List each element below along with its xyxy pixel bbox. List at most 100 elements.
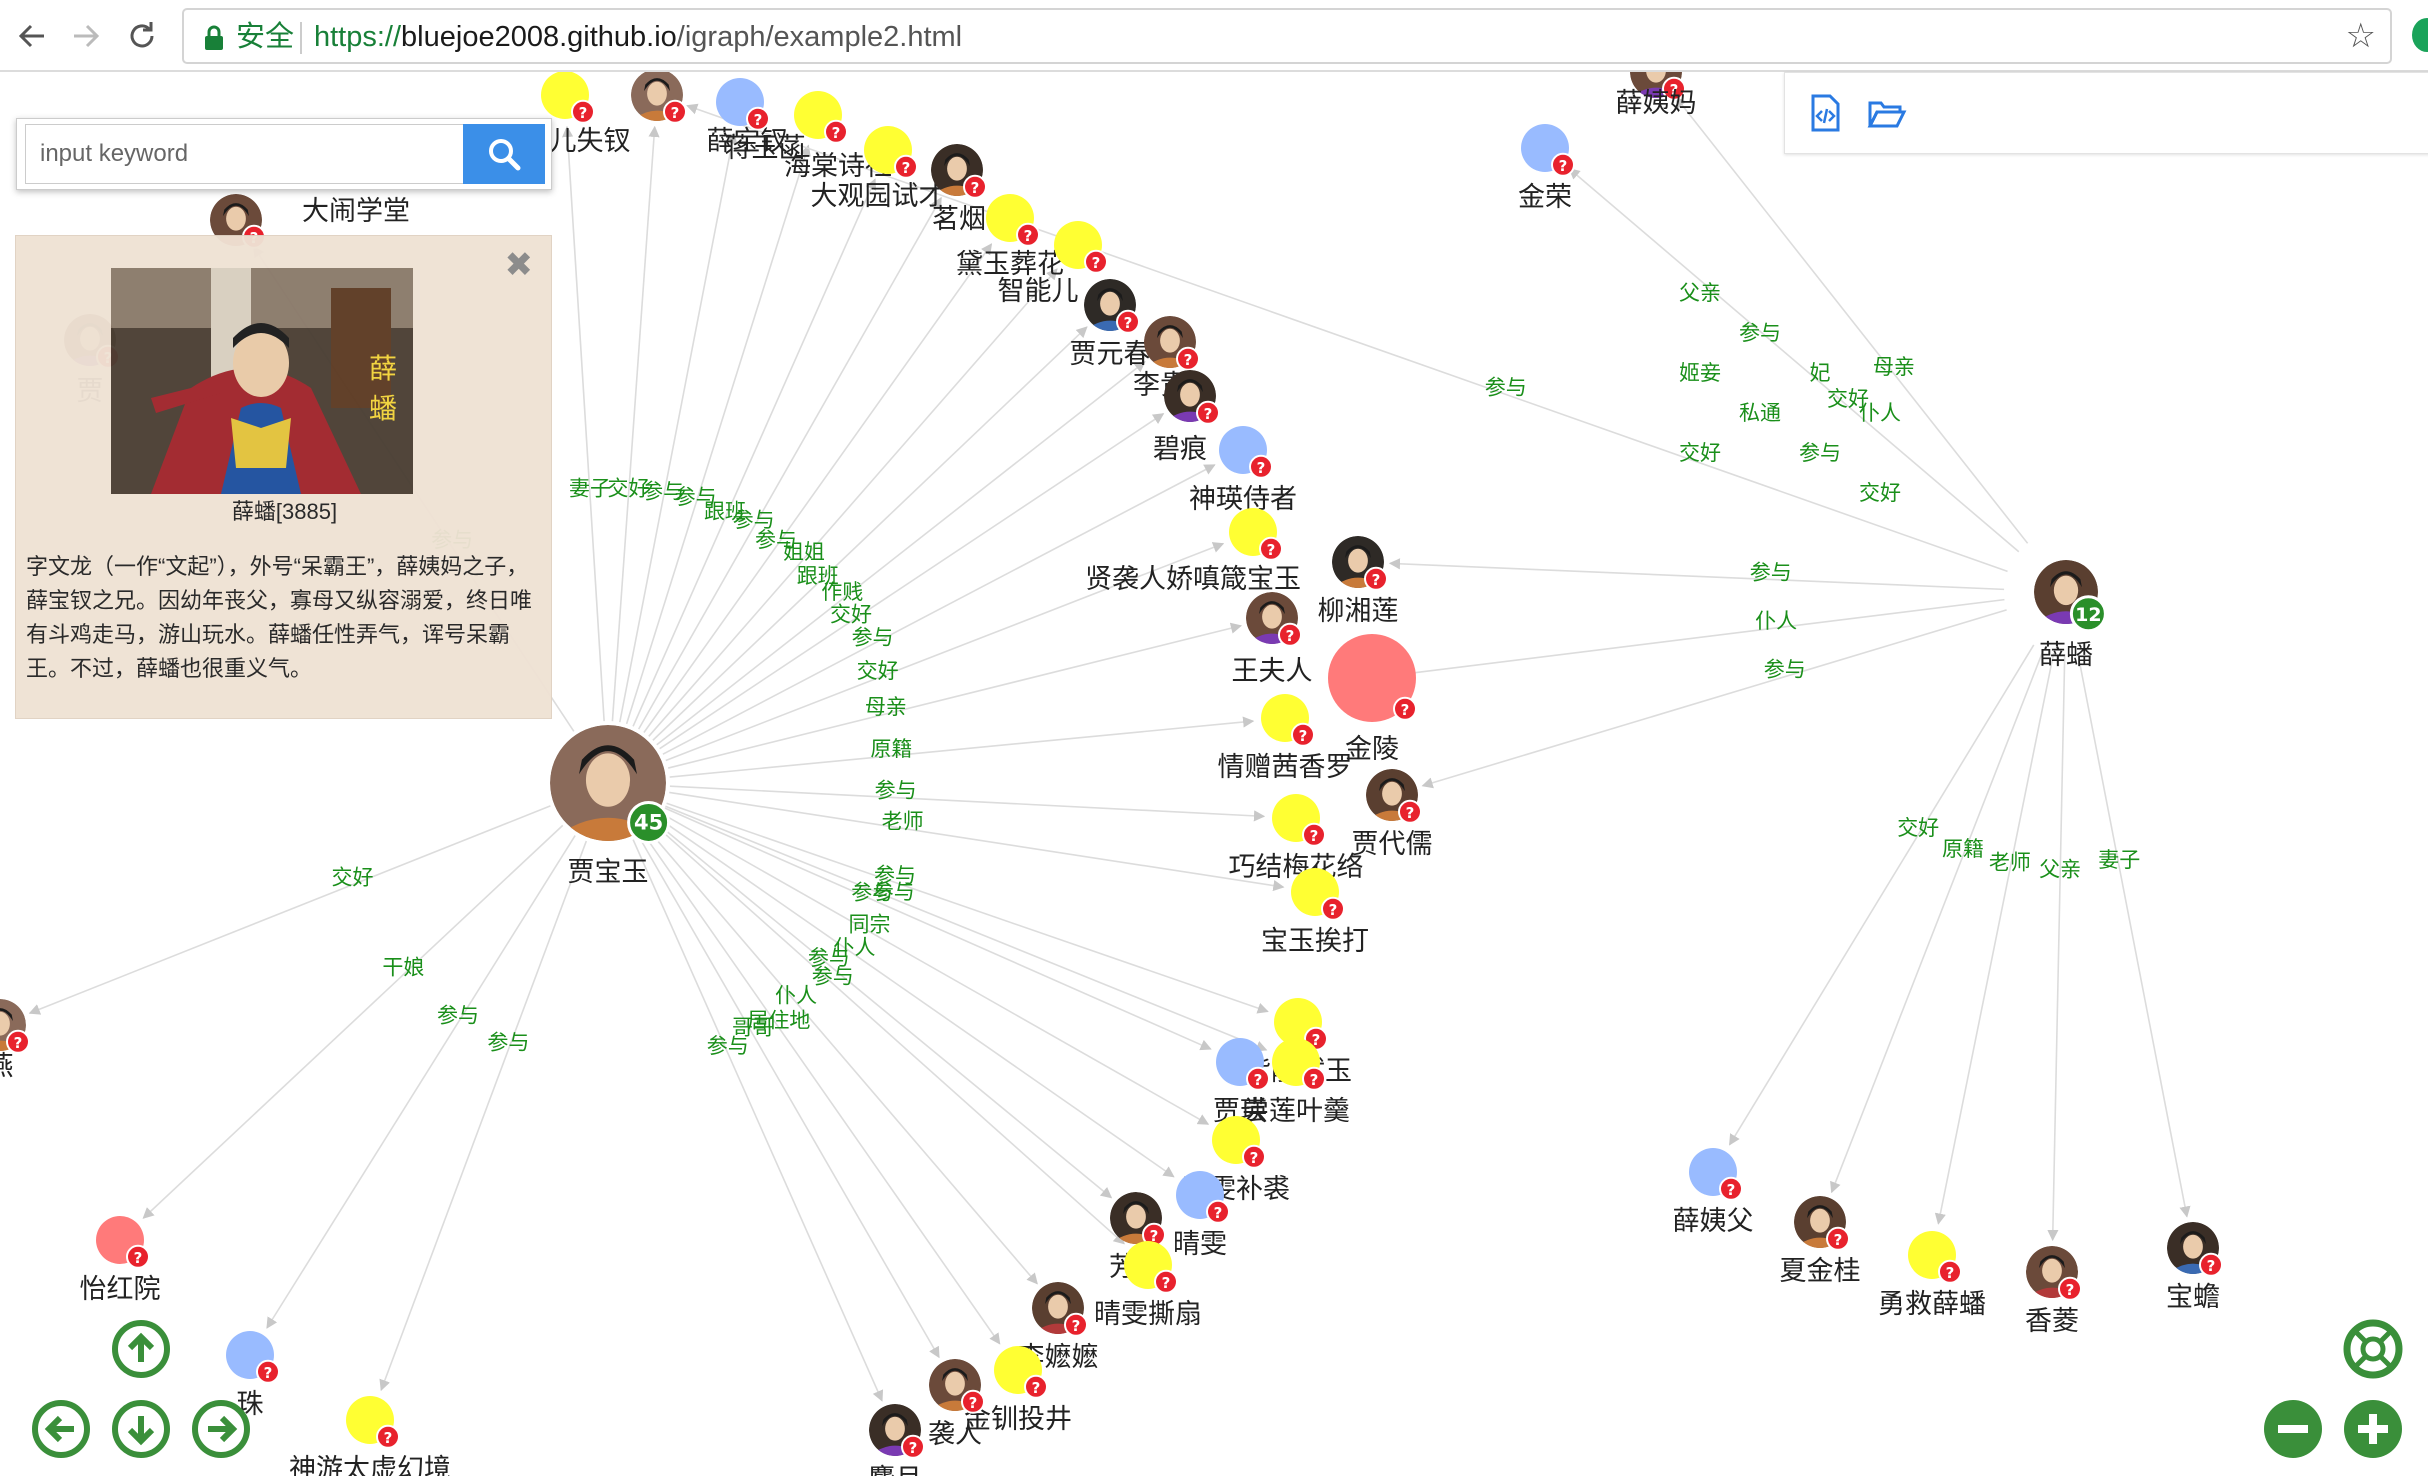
pan-down-button[interactable]: [110, 1398, 172, 1460]
graph-node[interactable]: ?巧结梅花络: [1229, 794, 1364, 883]
graph-edge: [656, 361, 1146, 746]
graph-node[interactable]: ? 贾元春: [1070, 279, 1151, 370]
node-label: 金陵: [1345, 734, 1399, 765]
help-badge-glyph: ?: [1401, 701, 1410, 719]
photo-caption-char: 薛: [369, 352, 397, 385]
graph-node[interactable]: ? 勇救薛蟠: [1878, 1231, 1986, 1320]
graph-node[interactable]: ?燕: [0, 999, 30, 1082]
graph-node[interactable]: ? 柳湘莲: [1318, 536, 1399, 627]
edge-label: 父亲: [1679, 281, 1721, 305]
graph-node[interactable]: ? 袭人: [928, 1359, 985, 1450]
help-badge-glyph: ?: [1267, 541, 1276, 559]
graph-node[interactable]: ?贾瑛: [1213, 1038, 1270, 1127]
node-label: 大观园试才: [811, 181, 946, 212]
hub-label: 贾宝玉: [568, 857, 649, 888]
reset-view-lifebuoy-icon[interactable]: [2342, 1318, 2404, 1380]
graph-hub-node[interactable]: 45 贾宝玉: [550, 725, 671, 888]
edge-label: 老师: [882, 809, 924, 833]
graph-node[interactable]: ? 薛姨父: [1673, 1148, 1754, 1237]
search-input[interactable]: [25, 124, 477, 184]
edge-label: 参与: [851, 881, 893, 905]
edge-label: 参与: [852, 625, 894, 649]
pan-right-button[interactable]: [190, 1398, 252, 1460]
graph-edge: [661, 812, 1210, 1125]
edge-label: 参与: [1485, 375, 1527, 399]
node-label: 袭人: [928, 1419, 982, 1450]
graph-hub-node[interactable]: 12 薛蟠: [2034, 560, 2107, 671]
url-path: /igraph/example2.html: [676, 21, 963, 53]
edge-label: 交好: [1897, 816, 1939, 840]
graph-node[interactable]: ? 贾代儒: [1352, 769, 1433, 860]
zoom-out-button[interactable]: [2262, 1398, 2324, 1460]
lock-icon: [205, 25, 223, 50]
graph-node[interactable]: ? 夏金桂: [1780, 1196, 1861, 1287]
graph-node[interactable]: ? 晴雯: [1173, 1171, 1230, 1260]
graph-node[interactable]: ? 香菱: [2025, 1246, 2082, 1337]
search-button[interactable]: [463, 124, 545, 184]
graph-edge: [669, 716, 1255, 778]
node-description: 字文龙（一作“文起”），外号“呆霸王”，薛姨妈之子，薛宝钗之兄。因幼年丧父，寡母…: [26, 554, 533, 681]
edge-label: 参与: [1764, 658, 1806, 682]
node-label: 薛姨父: [1673, 1206, 1754, 1237]
graph-node[interactable]: ? 神游太虚幻境: [289, 1396, 451, 1476]
graph-toolbar: [1784, 72, 2428, 154]
graph-node[interactable]: ? 儿失钗: [541, 72, 631, 157]
node-label: 茗烟: [932, 204, 986, 235]
url-scheme: https://: [314, 21, 402, 53]
help-badge-glyph: ?: [1406, 804, 1415, 822]
graph-node[interactable]: ? 王夫人: [1232, 592, 1313, 687]
forward-arrow-icon: [74, 24, 100, 48]
node-label: 柳湘莲: [1318, 596, 1399, 627]
graph-node[interactable]: ? 金荣: [1518, 124, 1575, 213]
graph-edge: [658, 817, 1175, 1178]
node-label: 贤袭人娇嗔箴宝玉: [1085, 564, 1301, 595]
url-field[interactable]: 安全 https://bluejoe2008.github.io/igraph/…: [182, 8, 2392, 64]
help-badge-glyph: ?: [1250, 1149, 1259, 1167]
back-arrow-icon: [18, 24, 44, 48]
export-code-icon[interactable]: [1805, 93, 1845, 133]
edge-label: 参与: [1750, 560, 1792, 584]
node-label: 神游太虚幻境: [289, 1454, 451, 1476]
help-badge-glyph: ?: [902, 159, 911, 177]
pan-up-button[interactable]: [110, 1318, 172, 1380]
edge-label: 妻子: [569, 476, 611, 500]
graph-node[interactable]: ?金陵: [1328, 634, 1417, 765]
graph-node[interactable]: ?薛姨妈: [1616, 72, 1697, 119]
help-badge-glyph: ?: [1559, 157, 1568, 175]
bookmark-star-icon[interactable]: ☆: [2346, 16, 2376, 56]
back-button[interactable]: [10, 14, 54, 58]
edge-label: 仆人: [1859, 401, 1901, 425]
graph-edge: [632, 839, 884, 1402]
pan-left-button[interactable]: [30, 1398, 92, 1460]
edge-label: 交好: [1679, 441, 1721, 465]
edge-label: 妻子: [2098, 848, 2140, 872]
help-badge-glyph: ?: [384, 1429, 393, 1447]
extension-icon[interactable]: [2412, 18, 2428, 52]
graph-node[interactable]: ? 麝月: [868, 1404, 925, 1476]
graph-node[interactable]: ? 宝蟾: [2166, 1222, 2223, 1313]
count-badge-value: 12: [2075, 604, 2101, 626]
help-badge-glyph: ?: [1299, 727, 1308, 745]
node-label: 宝蟾: [2166, 1282, 2220, 1313]
node-label: 碧痕: [1153, 434, 1207, 465]
node-label: 智能儿: [998, 276, 1079, 307]
open-folder-icon[interactable]: [1867, 93, 1907, 133]
close-icon[interactable]: ✖: [505, 248, 534, 282]
graph-edge: [562, 125, 605, 722]
zoom-in-button[interactable]: [2342, 1398, 2404, 1460]
graph-edge: [1568, 168, 2020, 553]
search-panel: [16, 118, 552, 190]
node-label: 夏金桂: [1780, 1256, 1861, 1287]
browser-address-bar: 安全 https://bluejoe2008.github.io/igraph/…: [0, 0, 2428, 72]
graph-node[interactable]: ? 贤袭人娇嗔箴宝玉: [1085, 508, 1301, 595]
graph-node[interactable]: ? 怡红院: [80, 1216, 161, 1305]
graph-edge: [2076, 652, 2191, 1218]
graph-edge: [1675, 96, 2029, 544]
edge-label: 参与: [812, 965, 854, 989]
graph-node[interactable]: ? 情赠茜香罗: [1218, 694, 1353, 783]
help-badge-glyph: ?: [969, 1394, 978, 1412]
forward-button[interactable]: [64, 14, 108, 58]
reload-button[interactable]: [120, 14, 164, 58]
help-badge-glyph: ?: [1204, 405, 1213, 423]
search-icon: [489, 139, 521, 171]
